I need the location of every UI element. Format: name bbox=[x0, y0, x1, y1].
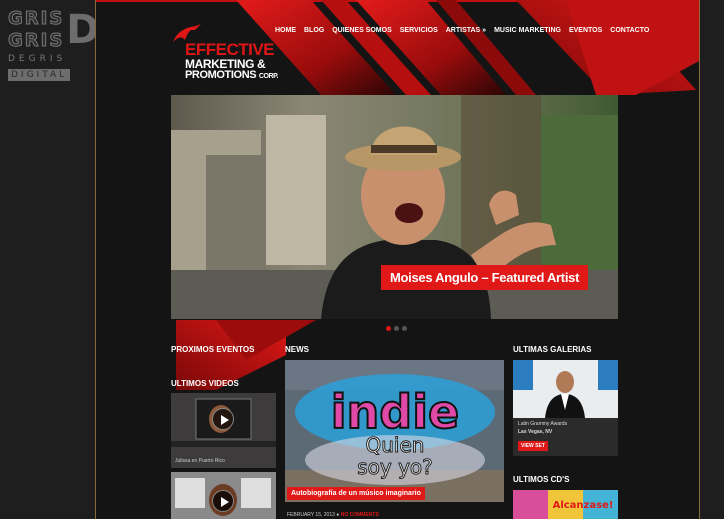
nav-contacto[interactable]: CONTACTO bbox=[606, 27, 653, 34]
logo-corp-text: CORP. bbox=[258, 73, 279, 80]
news-date: FEBRUARY 15, 2013 bbox=[287, 512, 335, 518]
degris-text: DEGRIS bbox=[8, 54, 67, 64]
slider-dot-2[interactable] bbox=[394, 326, 399, 331]
video-thumb-image bbox=[171, 393, 276, 468]
heading-ultimas-galerias: ULTIMAS GALERIAS bbox=[513, 345, 592, 354]
main-page: EFFECTIVE MARKETING & PROMOTIONS CORP. H… bbox=[95, 0, 700, 519]
gallery-card[interactable]: Latin Grammy Awards Las Vegas, NV VIEW S… bbox=[513, 360, 618, 456]
heading-proximos-eventos: PROXIMOS EVENTOS bbox=[171, 345, 255, 354]
cd-art-text: Alcanzase! bbox=[553, 500, 614, 511]
main-nav: HOME BLOG QUIENES SOMOS SERVICIOS ARTIST… bbox=[271, 27, 653, 34]
heading-news: NEWS bbox=[285, 345, 309, 354]
news-image[interactable]: indie Quien soy yo? bbox=[285, 360, 504, 502]
nav-quienes-somos[interactable]: QUIENES SOMOS bbox=[328, 27, 396, 34]
nav-home[interactable]: HOME bbox=[271, 27, 300, 34]
slider-dot-3[interactable] bbox=[402, 326, 407, 331]
nav-artistas[interactable]: ARTISTAS » bbox=[442, 27, 490, 34]
cd-cover[interactable]: Alcanzase! bbox=[513, 490, 618, 519]
gris-bottom-text: GRIS bbox=[7, 30, 65, 52]
nav-eventos[interactable]: EVENTOS bbox=[565, 27, 606, 34]
video-caption[interactable]: Julissa en Puerto Rico bbox=[175, 458, 225, 464]
nav-blog[interactable]: BLOG bbox=[300, 27, 328, 34]
logo-line-effective: EFFECTIVE bbox=[185, 40, 275, 59]
news-comments-link[interactable]: NO COMMENTS bbox=[341, 512, 379, 518]
heading-ultimos-cds: ULTIMOS CD'S bbox=[513, 475, 570, 484]
graffiti-sub2: soy yo? bbox=[357, 455, 433, 479]
graffiti-sub1: Quien bbox=[366, 433, 425, 457]
sidebar-brand-logo: GRIS GRIS D DEGRIS DIGITAL bbox=[7, 8, 100, 82]
gallery-location: Las Vegas, NV bbox=[518, 429, 553, 435]
gallery-title: Latin Grammy Awards bbox=[518, 421, 568, 427]
news-title[interactable]: Autobiografía de un músico imaginario bbox=[287, 487, 425, 500]
cd-cover-image: Alcanzase! bbox=[513, 490, 618, 519]
graffiti-main-text: indie bbox=[331, 385, 459, 439]
slider-pagination bbox=[386, 326, 407, 331]
nav-servicios[interactable]: SERVICIOS bbox=[396, 27, 442, 34]
video-thumb-2[interactable] bbox=[171, 472, 276, 519]
video-thumb-1[interactable]: Julissa en Puerto Rico bbox=[171, 393, 276, 468]
heading-ultimos-videos: ULTIMOS VIDEOS bbox=[171, 379, 239, 388]
nav-music-marketing[interactable]: MUSIC MARKETING bbox=[490, 27, 565, 34]
digital-text: DIGITAL bbox=[8, 69, 71, 81]
gallery-info: Latin Grammy Awards Las Vegas, NV VIEW S… bbox=[513, 418, 618, 456]
logo-promotions-text: PROMOTIONS bbox=[185, 69, 257, 81]
slider-dot-1[interactable] bbox=[386, 326, 391, 331]
news-meta: FEBRUARY 15, 2013 ● NO COMMENTS bbox=[287, 512, 379, 518]
play-icon-2[interactable] bbox=[212, 490, 234, 512]
gris-top-text: GRIS bbox=[7, 8, 65, 30]
gallery-image bbox=[513, 360, 618, 418]
slide-caption[interactable]: Moises Angulo – Featured Artist bbox=[381, 265, 589, 290]
view-set-button[interactable]: VIEW SET bbox=[518, 441, 548, 451]
logo-line-promotions: PROMOTIONS CORP. bbox=[185, 69, 279, 81]
play-icon[interactable] bbox=[212, 408, 234, 430]
featured-slider[interactable]: Moises Angulo – Featured Artist bbox=[171, 95, 618, 319]
graffiti-image: indie Quien soy yo? bbox=[285, 360, 504, 502]
